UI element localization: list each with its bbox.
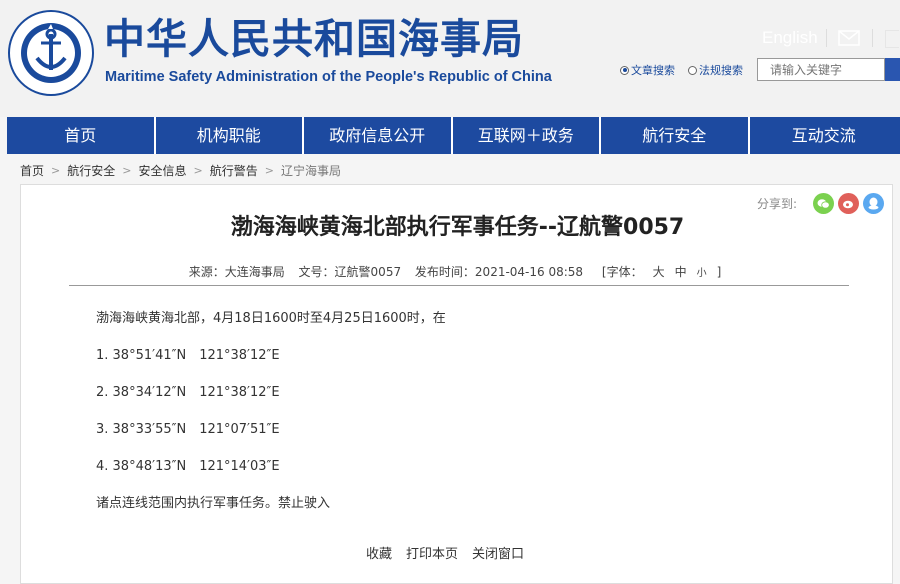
favorite-link[interactable]: 收藏 [366, 543, 392, 562]
font-small-button[interactable]: 小 [697, 268, 707, 279]
article-title: 渤海海峡黄海北部执行军事任务--辽航警0057 [230, 215, 685, 240]
article-paragraph: 4. 38°48′13″N 121°14′03″E [96, 459, 280, 474]
chevron-right-icon: > [193, 164, 203, 177]
site-title: 中华人民共和国海事局 [104, 15, 524, 63]
font-size-label: [字体： [601, 265, 643, 279]
search-button[interactable] [885, 58, 900, 81]
china-msa-logo[interactable] [8, 10, 94, 96]
chevron-right-icon: > [51, 164, 61, 177]
nav-item-functions[interactable]: 机构职能 [156, 117, 304, 154]
font-medium-button[interactable]: 中 [675, 265, 687, 279]
nav-item-home[interactable]: 首页 [7, 117, 156, 154]
article-body: 渤海海峡黄海北部，4月18日1600时至4月25日1600时，在 1. 38°5… [96, 305, 446, 527]
article-paragraph: 3. 38°33′55″N 121°07′51″E [96, 422, 280, 437]
chevron-right-icon: > [264, 164, 274, 177]
main-nav: 首页 机构职能 政府信息公开 互联网＋政务 航行安全 互动交流 [7, 117, 900, 154]
breadcrumb-safety-info[interactable]: 安全信息 [138, 162, 186, 179]
breadcrumb-nav-warnings[interactable]: 航行警告 [210, 162, 258, 179]
nav-item-navigation-safety[interactable]: 航行安全 [601, 117, 750, 154]
article-publish-time: 发布时间：2021-04-16 08:58 [414, 265, 584, 279]
title-divider [69, 285, 849, 286]
header-separator [872, 29, 873, 47]
article-doc-number: 文号：辽航警0057 [298, 265, 402, 279]
close-window-link[interactable]: 关闭窗口 [472, 543, 524, 562]
search-scope-law[interactable]: 法规搜索 [688, 62, 743, 78]
search-scope-article[interactable]: 文章搜索 [620, 62, 675, 78]
radio-icon [620, 65, 629, 75]
mobile-icon[interactable] [885, 30, 899, 48]
font-large-button[interactable]: 大 [653, 265, 665, 279]
breadcrumb: 首页 > 航行安全 > 安全信息 > 航行警告 > 辽宁海事局 [20, 162, 341, 179]
breadcrumb-navigation-safety[interactable]: 航行安全 [67, 162, 115, 179]
nav-item-internet-gov[interactable]: 互联网＋政务 [453, 117, 601, 154]
article-paragraph: 1. 38°51′41″N 121°38′12″E [96, 348, 280, 363]
article-paragraph: 诸点连线范围内执行军事任务。禁止驶入 [96, 496, 331, 511]
font-size-control: [字体： 大中小] [597, 265, 726, 279]
chevron-right-icon: > [122, 164, 132, 177]
article-source: 来源：大连海事局 [188, 265, 285, 279]
breadcrumb-home[interactable]: 首页 [20, 162, 44, 179]
mail-icon[interactable] [838, 30, 860, 46]
article-paragraph: 渤海海峡黄海北部，4月18日1600时至4月25日1600时，在 [96, 311, 446, 326]
article-meta: 来源：大连海事局 文号：辽航警0057 发布时间：2021-04-16 08:5… [21, 263, 894, 280]
nav-item-gov-info[interactable]: 政府信息公开 [304, 117, 453, 154]
site-header: 中华人民共和国海事局 Maritime Safety Administratio… [0, 0, 900, 117]
nav-item-interaction[interactable]: 互动交流 [750, 117, 899, 154]
search-scope-label: 法规搜索 [699, 64, 743, 77]
breadcrumb-liaoning[interactable]: 辽宁海事局 [281, 162, 341, 179]
search-scope-label: 文章搜索 [631, 64, 675, 77]
article-footer-links: 收藏 打印本页 关闭窗口 [366, 543, 538, 562]
header-separator [826, 29, 827, 47]
print-link[interactable]: 打印本页 [406, 543, 458, 562]
article-panel: 分享到: 渤海海峡黄海北部执行军事任务--辽航警0057 来源：大连海事局 文号… [20, 184, 893, 584]
article-paragraph: 2. 38°34′12″N 121°38′12″E [96, 385, 280, 400]
font-size-close: ] [716, 265, 722, 279]
english-link[interactable]: English [762, 28, 818, 48]
search-input[interactable] [757, 58, 885, 81]
radio-icon [688, 65, 697, 75]
site-subtitle: Maritime Safety Administration of the Pe… [105, 69, 552, 85]
